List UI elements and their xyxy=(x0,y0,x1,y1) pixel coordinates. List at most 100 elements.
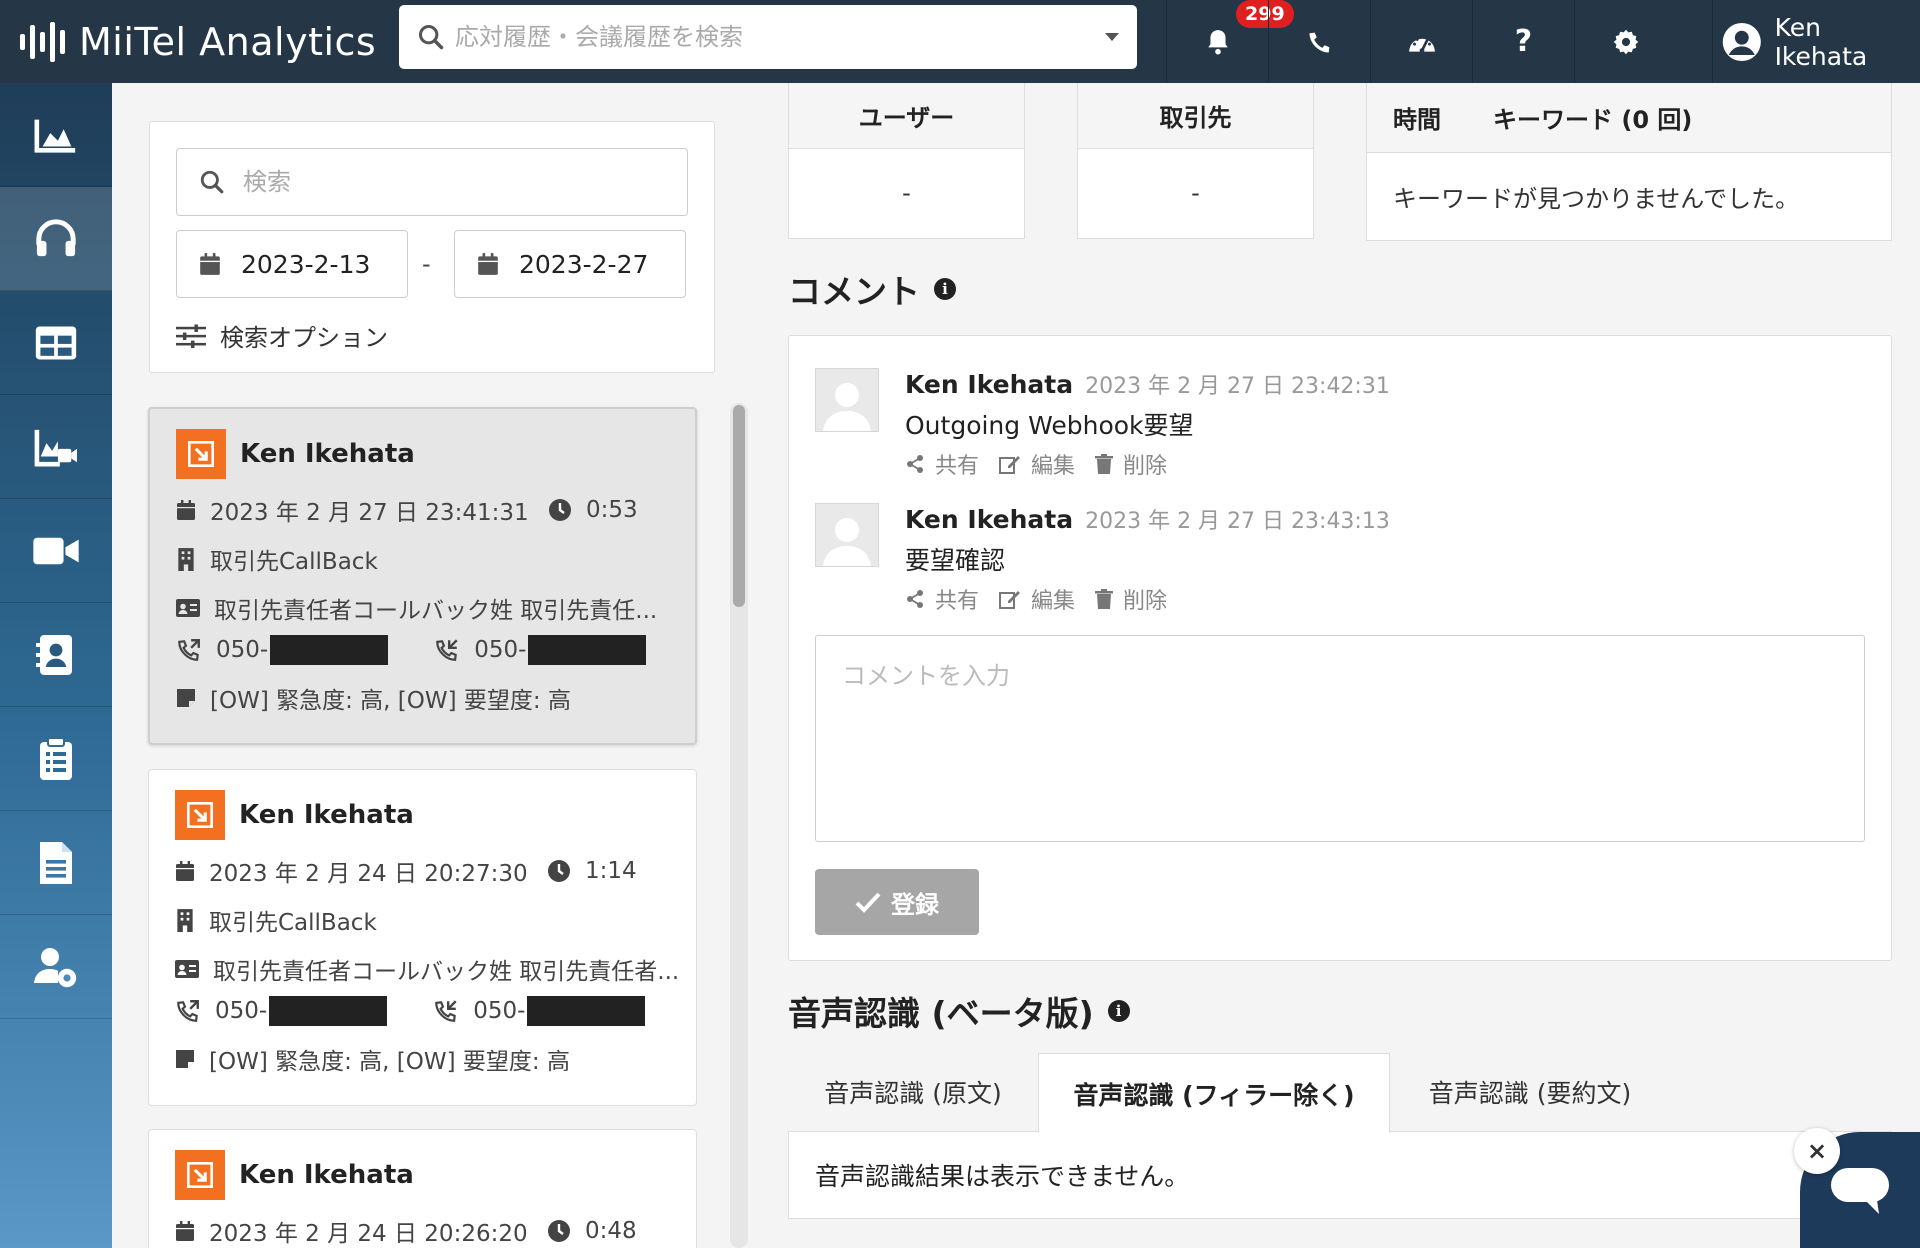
call-duration: 0:48 xyxy=(547,1218,637,1244)
call-incoming-icon xyxy=(436,639,458,661)
outgoing-call-icon xyxy=(176,429,226,479)
edit-button[interactable]: 編集 xyxy=(999,583,1075,615)
id-card-icon xyxy=(175,960,199,978)
settings-button[interactable] xyxy=(1574,0,1676,83)
gear-icon xyxy=(1613,29,1638,54)
calendar-icon xyxy=(200,253,220,275)
edit-icon xyxy=(999,456,1021,474)
transcription-panel: 音声認識結果は表示できません。 xyxy=(788,1131,1892,1219)
call-card[interactable]: Ken Ikehata 2023 年 2 月 24 日 20:26:20 0:4… xyxy=(148,1129,697,1248)
call-card-header: Ken Ikehata xyxy=(175,1150,414,1200)
share-button[interactable]: 共有 xyxy=(905,583,979,615)
call-card[interactable]: Ken Ikehata 2023 年 2 月 27 日 23:41:31 0:5… xyxy=(148,407,697,745)
chat-close-button[interactable]: × xyxy=(1794,1128,1840,1174)
call-detail-panel: ユーザー - 取引先 - 時間 キーワード (0 回) キーワードが見つかりませ… xyxy=(754,83,1920,1248)
nav-item-tables[interactable] xyxy=(0,291,112,395)
help-button[interactable]: ? xyxy=(1472,0,1574,83)
phone-from: 050- xyxy=(175,996,388,1026)
document-icon xyxy=(40,841,72,884)
call-user-name: Ken Ikehata xyxy=(240,439,415,469)
date-separator: - xyxy=(422,250,431,278)
list-scrollbar-thumb[interactable] xyxy=(733,405,745,607)
tab-transcription-no-filler[interactable]: 音声認識 (フィラー除く) xyxy=(1038,1053,1390,1133)
keyword-card-header: 時間 キーワード (0 回) xyxy=(1367,83,1891,153)
user-menu[interactable]: Ken Ikehata xyxy=(1712,0,1920,83)
tab-transcription-summary[interactable]: 音声認識 (要約文) xyxy=(1390,1053,1670,1131)
nav-item-meetings[interactable] xyxy=(0,499,112,603)
list-search-input[interactable] xyxy=(243,168,663,196)
phone-from: 050- xyxy=(176,635,389,665)
list-search[interactable] xyxy=(176,148,688,216)
call-phones-row: 050- 050- xyxy=(176,635,647,665)
global-search-input[interactable] xyxy=(455,23,1105,51)
global-search[interactable] xyxy=(399,5,1137,69)
submit-comment-button[interactable]: 登録 xyxy=(815,869,979,935)
search-options-button[interactable]: 検索オプション xyxy=(176,318,388,353)
comments-title: コメント i xyxy=(788,265,956,313)
nav-item-user-settings[interactable] xyxy=(0,915,112,1019)
edit-button[interactable]: 編集 xyxy=(999,448,1075,480)
comment-input[interactable] xyxy=(815,635,1865,842)
call-incoming-icon xyxy=(435,1000,457,1022)
headset-icon xyxy=(36,218,76,256)
info-icon[interactable]: i xyxy=(934,278,956,300)
tab-transcription-original[interactable]: 音声認識 (原文) xyxy=(788,1053,1038,1131)
keyword-header: キーワード (0 回) xyxy=(1493,106,1693,134)
call-outgoing-icon xyxy=(177,1000,199,1022)
call-user-name: Ken Ikehata xyxy=(239,800,414,830)
call-contact-row: 取引先責任者コールバック姓 取引先責任... xyxy=(176,591,657,625)
note-icon xyxy=(177,689,195,707)
nav-item-documents[interactable] xyxy=(0,811,112,915)
chevron-down-icon[interactable] xyxy=(1105,33,1119,41)
share-button[interactable]: 共有 xyxy=(905,448,979,480)
note-icon xyxy=(176,1050,194,1068)
dashboard-button[interactable] xyxy=(1370,0,1472,83)
side-nav xyxy=(0,83,112,1248)
call-datetime: 2023 年 2 月 27 日 23:41:31 xyxy=(210,500,529,526)
sliders-icon xyxy=(176,323,206,348)
user-header: ユーザー xyxy=(789,83,1024,149)
address-book-icon xyxy=(36,634,72,675)
call-user-name: Ken Ikehata xyxy=(239,1160,414,1190)
call-company-row: 取引先CallBack xyxy=(175,903,377,937)
user-circle-icon xyxy=(1722,22,1761,61)
share-icon xyxy=(907,455,923,473)
phone-button[interactable] xyxy=(1268,0,1370,83)
search-options-label: 検索オプション xyxy=(220,324,388,352)
call-contact: 取引先責任者コールバック姓 取引先責任... xyxy=(214,598,658,624)
user-info-card: ユーザー - xyxy=(788,83,1025,239)
nav-item-analytics[interactable] xyxy=(0,83,112,187)
outgoing-call-icon xyxy=(175,790,225,840)
client-header: 取引先 xyxy=(1078,83,1313,149)
nav-item-reports[interactable] xyxy=(0,395,112,499)
call-card[interactable]: Ken Ikehata 2023 年 2 月 24 日 20:27:30 1:1… xyxy=(148,769,697,1106)
delete-button[interactable]: 削除 xyxy=(1095,583,1167,615)
call-tags: [OW] 緊急度: 高, [OW] 要望度: 高 xyxy=(210,688,571,714)
nav-item-contacts[interactable] xyxy=(0,603,112,707)
notifications-button[interactable]: 299 xyxy=(1166,0,1294,83)
nav-item-tasks[interactable] xyxy=(0,707,112,811)
share-icon xyxy=(907,590,923,608)
building-icon xyxy=(178,548,194,571)
date-to-field[interactable]: 2023-2-27 xyxy=(454,230,686,298)
call-card-header: Ken Ikehata xyxy=(176,429,415,479)
close-icon: × xyxy=(1806,1137,1828,1165)
nav-item-calls[interactable] xyxy=(0,187,112,291)
time-header: 時間 xyxy=(1393,106,1441,134)
user-name: Ken Ikehata xyxy=(1774,12,1868,71)
search-icon xyxy=(418,24,444,50)
clock-icon xyxy=(549,499,571,521)
call-tags: [OW] 緊急度: 高, [OW] 要望度: 高 xyxy=(209,1049,570,1075)
date-from-field[interactable]: 2023-2-13 xyxy=(176,230,408,298)
info-icon[interactable]: i xyxy=(1107,1000,1130,1022)
comment-author: Ken Ikehata xyxy=(905,505,1074,534)
search-icon xyxy=(200,170,224,194)
keyword-value: キーワードが見つかりませんでした。 xyxy=(1393,184,1800,213)
help-icon: ? xyxy=(1514,24,1533,59)
comment-text: 要望確認 xyxy=(905,546,1006,575)
delete-button[interactable]: 削除 xyxy=(1095,448,1167,480)
app-logo[interactable]: MiiTel Analytics xyxy=(0,0,398,83)
call-datetime: 2023 年 2 月 24 日 20:26:20 xyxy=(209,1221,528,1247)
call-contact-row: 取引先責任者コールバック姓 取引先責任者... xyxy=(175,952,679,986)
call-outgoing-icon xyxy=(178,639,200,661)
